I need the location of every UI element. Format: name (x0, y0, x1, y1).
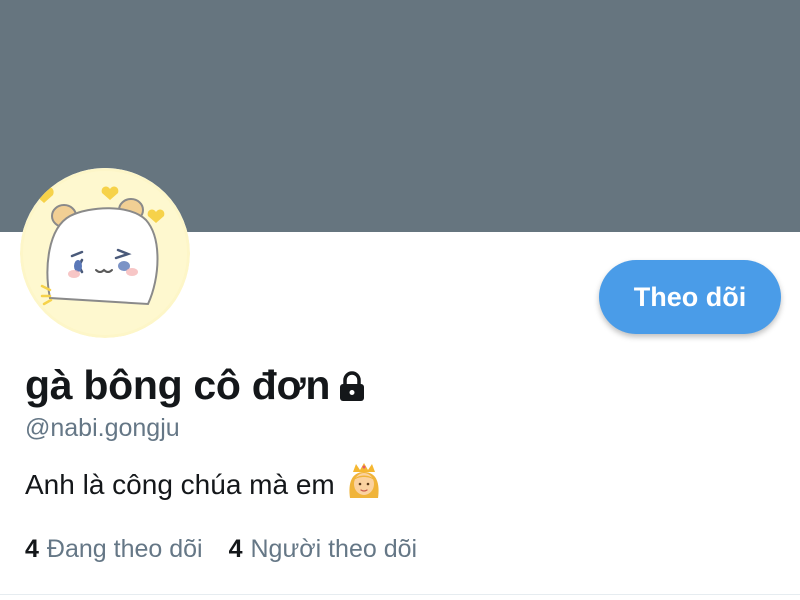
profile-stats: 4 Đang theo dõi 4 Người theo dõi (25, 535, 417, 564)
cartoon-hamster-avatar-icon (20, 168, 190, 338)
display-name: gà bông cô đơn (25, 361, 331, 408)
follow-button[interactable]: Theo dõi (599, 260, 781, 334)
lock-icon (336, 370, 368, 407)
followers-label: Người theo dõi (250, 535, 418, 563)
profile-bio: Anh là công chúa mà em (25, 462, 381, 507)
divider (0, 594, 800, 595)
profile-page: Theo dõi gà bông cô đơn @nabi.gongju Anh… (0, 0, 800, 600)
following-count: 4 (25, 535, 39, 563)
following-stat[interactable]: 4 Đang theo dõi (25, 535, 203, 564)
followers-stat[interactable]: 4 Người theo dõi (229, 535, 417, 564)
following-label: Đang theo dõi (46, 535, 203, 563)
princess-emoji-icon (347, 462, 381, 507)
profile-name-row: gà bông cô đơn (25, 357, 368, 413)
profile-handle: @nabi.gongju (25, 414, 180, 442)
avatar[interactable] (20, 168, 190, 338)
bio-text: Anh là công chúa mà em (25, 468, 335, 500)
followers-count: 4 (228, 535, 243, 563)
